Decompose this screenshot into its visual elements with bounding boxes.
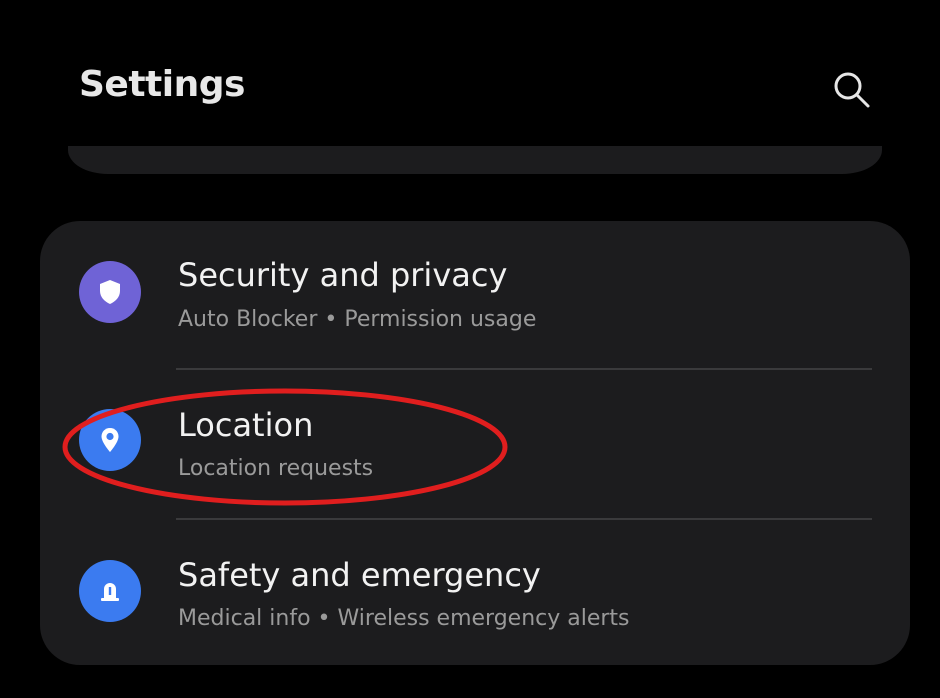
settings-group-card: Security and privacy Auto Blocker • Perm… [40,221,910,665]
settings-item-security-and-privacy[interactable]: Security and privacy Auto Blocker • Perm… [40,221,910,369]
settings-item-title: Security and privacy [178,256,508,294]
search-button[interactable] [826,64,878,116]
settings-item-location[interactable]: Location Location requests [40,370,910,518]
page-title: Settings [79,64,245,105]
search-icon [834,72,870,108]
settings-item-title: Location [178,406,314,444]
settings-item-title: Safety and emergency [178,556,541,594]
previous-settings-card-edge [68,146,882,174]
location-pin-icon [79,409,141,471]
settings-item-subtitle: Medical info • Wireless emergency alerts [178,606,630,631]
app-header: Settings [0,0,940,150]
settings-item-subtitle: Location requests [178,456,374,481]
settings-item-safety-and-emergency[interactable]: Safety and emergency Medical info • Wire… [40,520,910,665]
shield-icon [79,261,141,323]
emergency-beacon-icon [79,560,141,622]
settings-item-subtitle: Auto Blocker • Permission usage [178,307,537,332]
